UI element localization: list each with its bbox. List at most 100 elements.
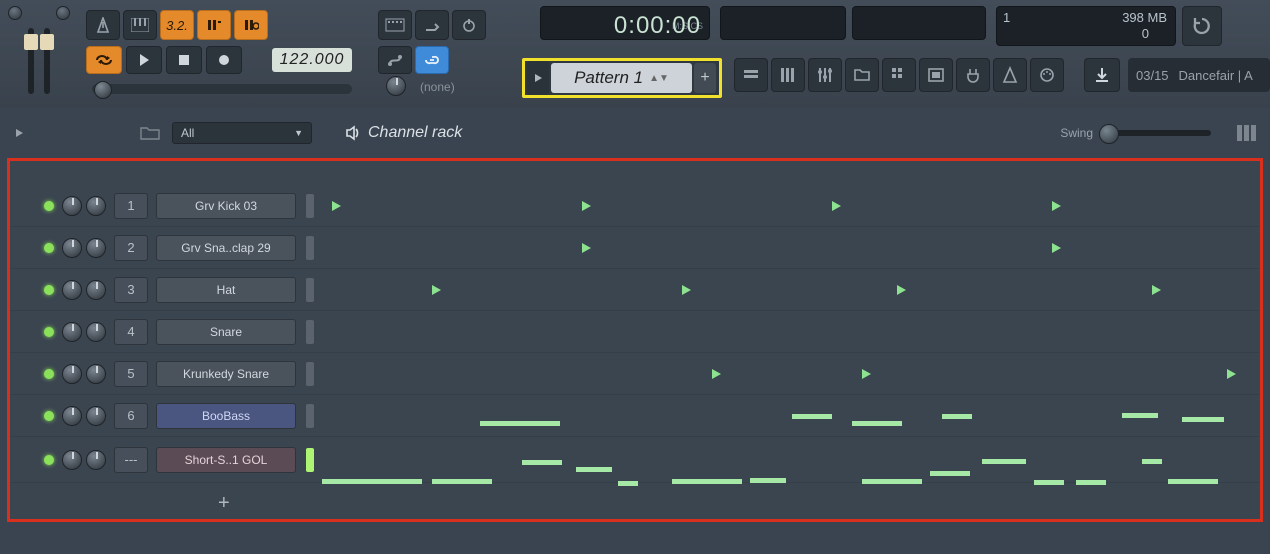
channel-activity[interactable]: [306, 236, 314, 260]
piano-roll-button[interactable]: [771, 58, 805, 92]
step-area[interactable]: [322, 437, 1260, 482]
add-channel-row[interactable]: +: [10, 483, 1260, 523]
channel-number[interactable]: 5: [114, 361, 148, 387]
vol-knob[interactable]: [86, 364, 106, 384]
countdown-icon[interactable]: [197, 10, 231, 40]
step-trigger[interactable]: [1052, 243, 1061, 253]
vol-knob[interactable]: [86, 406, 106, 426]
pan-knob[interactable]: [62, 280, 82, 300]
step-area[interactable]: [322, 227, 1260, 268]
channel-name-button[interactable]: Krunkedy Snare: [156, 361, 296, 387]
note-segment[interactable]: [1034, 480, 1064, 485]
channel-led[interactable]: [44, 243, 54, 253]
note-segment[interactable]: [1076, 480, 1106, 485]
knob-b[interactable]: [56, 6, 70, 20]
note-segment[interactable]: [930, 471, 970, 476]
overdub-icon[interactable]: [234, 10, 268, 40]
note-segment[interactable]: [576, 467, 612, 472]
refresh-button[interactable]: [1182, 6, 1222, 46]
note-segment[interactable]: [1182, 417, 1224, 422]
knob-a[interactable]: [8, 6, 22, 20]
swing-slider[interactable]: [1101, 130, 1211, 136]
loop-button[interactable]: [86, 46, 122, 74]
pattern-add-button[interactable]: +: [694, 63, 716, 93]
stop-button[interactable]: [166, 46, 202, 74]
none-knob[interactable]: [386, 76, 406, 96]
note-segment[interactable]: [618, 481, 638, 486]
note-segment[interactable]: [982, 459, 1026, 464]
download-icon[interactable]: [1084, 58, 1120, 92]
channel-name-button[interactable]: Hat: [156, 277, 296, 303]
keyboard-icon[interactable]: [123, 10, 157, 40]
channel-name-button[interactable]: BooBass: [156, 403, 296, 429]
channel-name-button[interactable]: Snare: [156, 319, 296, 345]
pan-knob[interactable]: [62, 322, 82, 342]
note-segment[interactable]: [480, 421, 560, 426]
grid-view-icon[interactable]: [1237, 125, 1256, 141]
channel-activity[interactable]: [306, 448, 314, 472]
time-display[interactable]: M:S:CS 0:00:00: [540, 6, 710, 40]
note-segment[interactable]: [432, 479, 492, 484]
channel-activity[interactable]: [306, 278, 314, 302]
channel-name-button[interactable]: Short-S..1 GOL: [156, 447, 296, 473]
folder-icon[interactable]: [140, 126, 160, 140]
step-seq-button[interactable]: [882, 58, 916, 92]
record-button[interactable]: [206, 46, 242, 74]
vol-knob[interactable]: [86, 322, 106, 342]
step-trigger[interactable]: [1152, 285, 1161, 295]
step-trigger[interactable]: [1052, 201, 1061, 211]
collapse-arrow-icon[interactable]: [14, 128, 28, 138]
note-segment[interactable]: [322, 479, 422, 484]
channel-activity[interactable]: [306, 194, 314, 218]
channel-led[interactable]: [44, 327, 54, 337]
browser-button[interactable]: [845, 58, 879, 92]
channel-led[interactable]: [44, 455, 54, 465]
channel-filter-dropdown[interactable]: All▼: [172, 122, 312, 144]
note-segment[interactable]: [1142, 459, 1162, 464]
step-area[interactable]: [322, 185, 1260, 226]
mixer-button[interactable]: [808, 58, 842, 92]
song-info-bar[interactable]: 03/15 Dancefair | A: [1128, 58, 1270, 92]
step-trigger[interactable]: [897, 285, 906, 295]
vol-knob[interactable]: [86, 280, 106, 300]
pattern-play-icon[interactable]: [527, 61, 549, 95]
note-segment[interactable]: [750, 478, 786, 483]
channel-number[interactable]: 1: [114, 193, 148, 219]
pattern-name-field[interactable]: Pattern 1▲▼: [551, 63, 692, 93]
channel-number[interactable]: 6: [114, 403, 148, 429]
step-trigger[interactable]: [332, 201, 341, 211]
link-route-icon[interactable]: [378, 46, 412, 74]
channel-led[interactable]: [44, 369, 54, 379]
channel-led[interactable]: [44, 201, 54, 211]
step-trigger[interactable]: [582, 243, 591, 253]
pat-indicator[interactable]: 3.2.: [160, 10, 194, 40]
playlist-button[interactable]: [734, 58, 768, 92]
midi-button[interactable]: [1030, 58, 1064, 92]
knob-tool-icon[interactable]: [452, 10, 486, 40]
step-area[interactable]: [322, 395, 1260, 436]
channel-number[interactable]: ---: [114, 447, 148, 473]
step-area[interactable]: [322, 311, 1260, 352]
channel-number[interactable]: 3: [114, 277, 148, 303]
plugin-button[interactable]: [956, 58, 990, 92]
redirect-icon[interactable]: [415, 10, 449, 40]
note-segment[interactable]: [522, 460, 562, 465]
pan-knob[interactable]: [62, 364, 82, 384]
metronome-icon[interactable]: [86, 10, 120, 40]
channel-number[interactable]: 4: [114, 319, 148, 345]
oscilloscope[interactable]: [720, 6, 846, 40]
typing-keyboard-icon[interactable]: [378, 10, 412, 40]
song-position-slider[interactable]: [92, 84, 352, 94]
play-button[interactable]: [126, 46, 162, 74]
note-segment[interactable]: [1122, 413, 1158, 418]
note-segment[interactable]: [1168, 479, 1218, 484]
master-volume-slider[interactable]: [28, 28, 34, 94]
note-segment[interactable]: [852, 421, 902, 426]
channel-led[interactable]: [44, 411, 54, 421]
step-trigger[interactable]: [432, 285, 441, 295]
step-area[interactable]: [322, 353, 1260, 394]
pan-knob[interactable]: [62, 238, 82, 258]
note-segment[interactable]: [672, 479, 742, 484]
channel-activity[interactable]: [306, 320, 314, 344]
note-segment[interactable]: [792, 414, 832, 419]
